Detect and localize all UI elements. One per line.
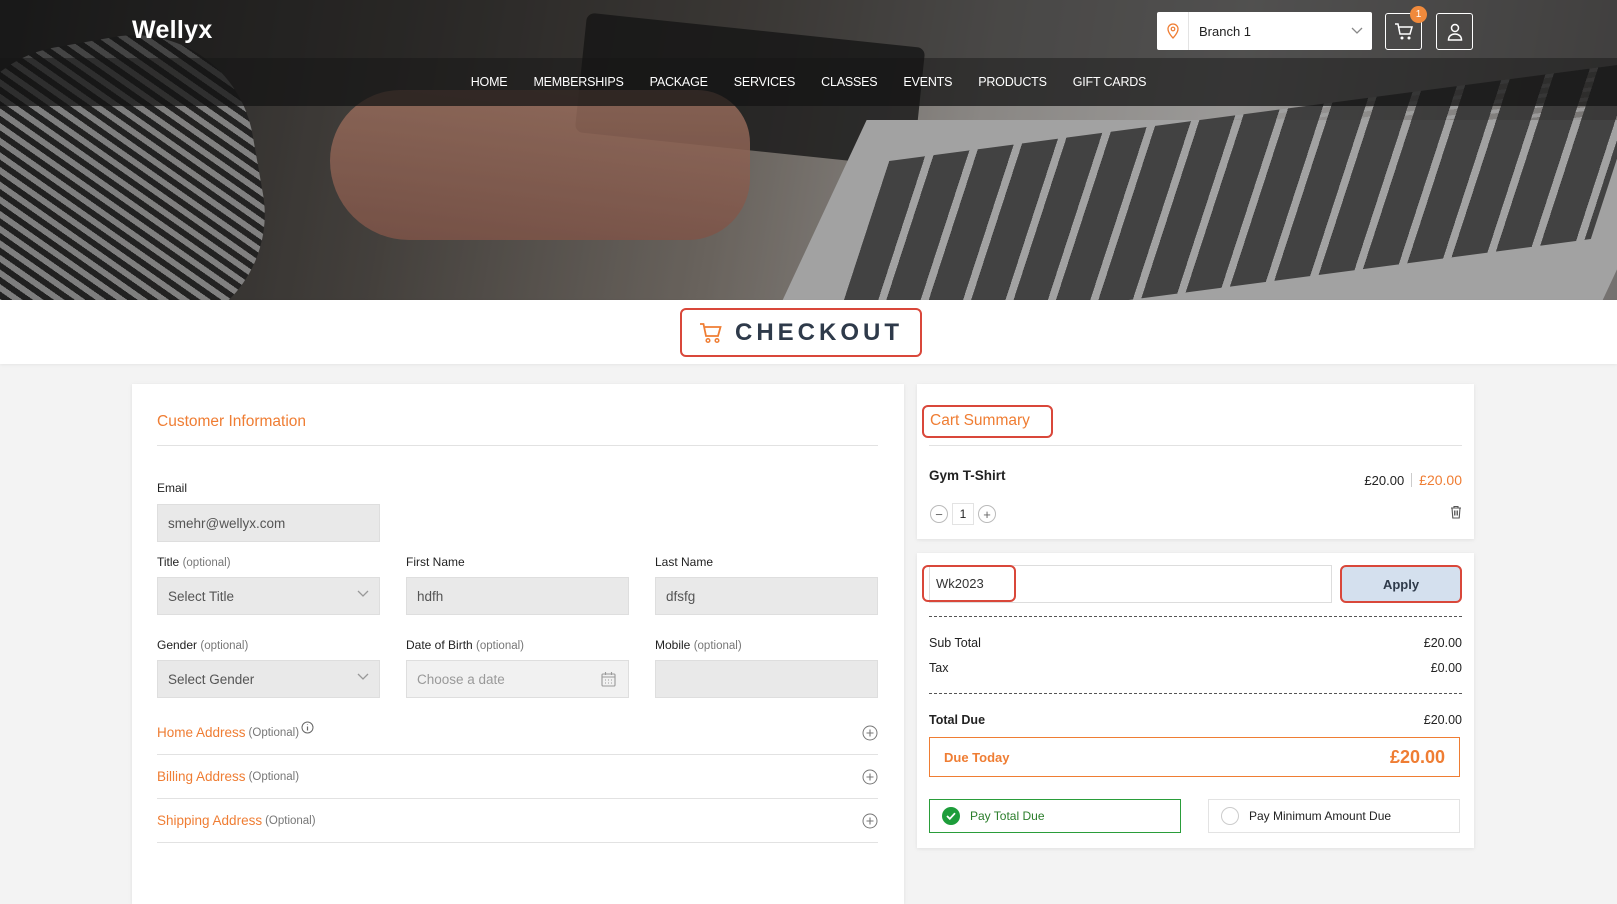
nav-classes[interactable]: CLASSES: [808, 75, 890, 89]
minus-button[interactable]: −: [930, 505, 948, 523]
nav-home[interactable]: HOME: [458, 75, 521, 89]
chevron-down-icon: [357, 590, 369, 597]
quantity-stepper: − 1 +: [930, 503, 996, 525]
first-name-field[interactable]: hdfh: [406, 577, 629, 615]
nav-package[interactable]: PACKAGE: [637, 75, 721, 89]
mobile-field[interactable]: [655, 660, 878, 698]
page-title-text: CHECKOUT: [735, 318, 903, 346]
chevron-down-icon: [1342, 27, 1372, 35]
email-label: Email: [157, 481, 188, 495]
due-today-box: Due Today £20.00: [929, 737, 1460, 777]
totals-panel: Wk2023 Apply Sub Total £20.00 Tax £0.00 …: [917, 553, 1474, 848]
chevron-down-icon: [357, 673, 369, 680]
expand-plus-icon[interactable]: [862, 725, 878, 741]
cart-summary-panel: Cart Summary Gym T-Shirt £20.00 £20.00 −…: [917, 384, 1474, 539]
title-select[interactable]: Select Title: [157, 577, 380, 615]
gender-select-value: Select Gender: [168, 671, 255, 687]
cart-item-prices: £20.00 £20.00: [1364, 472, 1462, 488]
radio-icon: [1221, 807, 1239, 825]
sub-total-row: Sub Total £20.00: [929, 636, 1462, 650]
logo[interactable]: Wellyx: [132, 16, 213, 45]
nav-products[interactable]: PRODUCTS: [965, 75, 1060, 89]
billing-address-row[interactable]: Billing Address (Optional): [157, 755, 878, 799]
total-due-value: £20.00: [1423, 713, 1462, 727]
email-field[interactable]: smehr@wellyx.com: [157, 504, 380, 542]
last-name-label: Last Name: [655, 555, 714, 569]
info-icon: [301, 721, 314, 734]
shipping-address-label: Shipping Address: [157, 813, 263, 828]
total-due-row: Total Due £20.00: [929, 713, 1462, 727]
cart-icon: [1394, 22, 1413, 39]
dob-label: Date of Birth (optional): [406, 638, 524, 652]
due-today-value: £20.00: [1389, 746, 1445, 767]
nav-gift-cards[interactable]: GIFT CARDS: [1060, 75, 1159, 89]
tax-row: Tax £0.00: [929, 661, 1462, 675]
cart-icon: [700, 322, 722, 343]
title-select-value: Select Title: [168, 588, 235, 604]
nav-events[interactable]: EVENTS: [890, 75, 965, 89]
check-icon: [942, 807, 960, 825]
main-nav: HOME MEMBERSHIPS PACKAGE SERVICES CLASSE…: [0, 58, 1617, 106]
home-address-label: Home Address: [157, 725, 246, 740]
branch-select[interactable]: Branch 1: [1157, 12, 1372, 50]
title-label: Title (optional): [157, 555, 231, 569]
shipping-address-row[interactable]: Shipping Address (Optional): [157, 799, 878, 843]
email-field-value: smehr@wellyx.com: [168, 515, 286, 531]
dob-field[interactable]: Choose a date: [406, 660, 629, 698]
mobile-label: Mobile (optional): [655, 638, 742, 652]
home-address-row[interactable]: Home Address (Optional): [157, 711, 878, 755]
page-title: CHECKOUT: [680, 308, 922, 357]
nav-memberships[interactable]: MEMBERSHIPS: [520, 75, 636, 89]
location-pin-icon: [1157, 12, 1189, 50]
expand-plus-icon[interactable]: [862, 813, 878, 829]
cart-item-name: Gym T-Shirt: [929, 468, 1006, 483]
customer-info-title: Customer Information: [157, 413, 307, 430]
cart-item-price: £20.00: [1364, 472, 1405, 488]
plus-button[interactable]: +: [978, 505, 996, 523]
dob-placeholder: Choose a date: [417, 671, 505, 687]
first-name-label: First Name: [406, 555, 465, 569]
customer-info-panel: Customer Information Email smehr@wellyx.…: [132, 384, 904, 904]
last-name-field[interactable]: dfsfg: [655, 577, 878, 615]
gender-label: Gender (optional): [157, 638, 249, 652]
trash-icon[interactable]: [1450, 505, 1462, 519]
apply-coupon-button[interactable]: Apply: [1340, 565, 1462, 603]
user-account-button[interactable]: [1436, 13, 1473, 50]
pay-minimum-due-option[interactable]: Pay Minimum Amount Due: [1208, 799, 1460, 833]
user-icon: [1447, 23, 1462, 41]
billing-address-label: Billing Address: [157, 769, 246, 784]
branch-select-value: Branch 1: [1199, 23, 1252, 39]
pay-total-due-option[interactable]: Pay Total Due: [929, 799, 1181, 833]
quantity-value[interactable]: 1: [952, 503, 974, 525]
nav-services[interactable]: SERVICES: [721, 75, 808, 89]
first-name-value: hdfh: [417, 588, 444, 604]
calendar-icon[interactable]: [601, 671, 616, 687]
sub-total-value: £20.00: [1423, 636, 1462, 650]
tax-value: £0.00: [1430, 661, 1462, 675]
cart-summary-title: Cart Summary: [930, 412, 1030, 429]
coupon-value[interactable]: Wk2023: [922, 565, 1016, 602]
cart-count-badge: 1: [1410, 6, 1427, 23]
expand-plus-icon[interactable]: [862, 769, 878, 785]
last-name-value: dfsfg: [666, 588, 696, 604]
cart-item-total: £20.00: [1419, 472, 1462, 488]
top-bar: [0, 0, 1617, 58]
gender-select[interactable]: Select Gender: [157, 660, 380, 698]
